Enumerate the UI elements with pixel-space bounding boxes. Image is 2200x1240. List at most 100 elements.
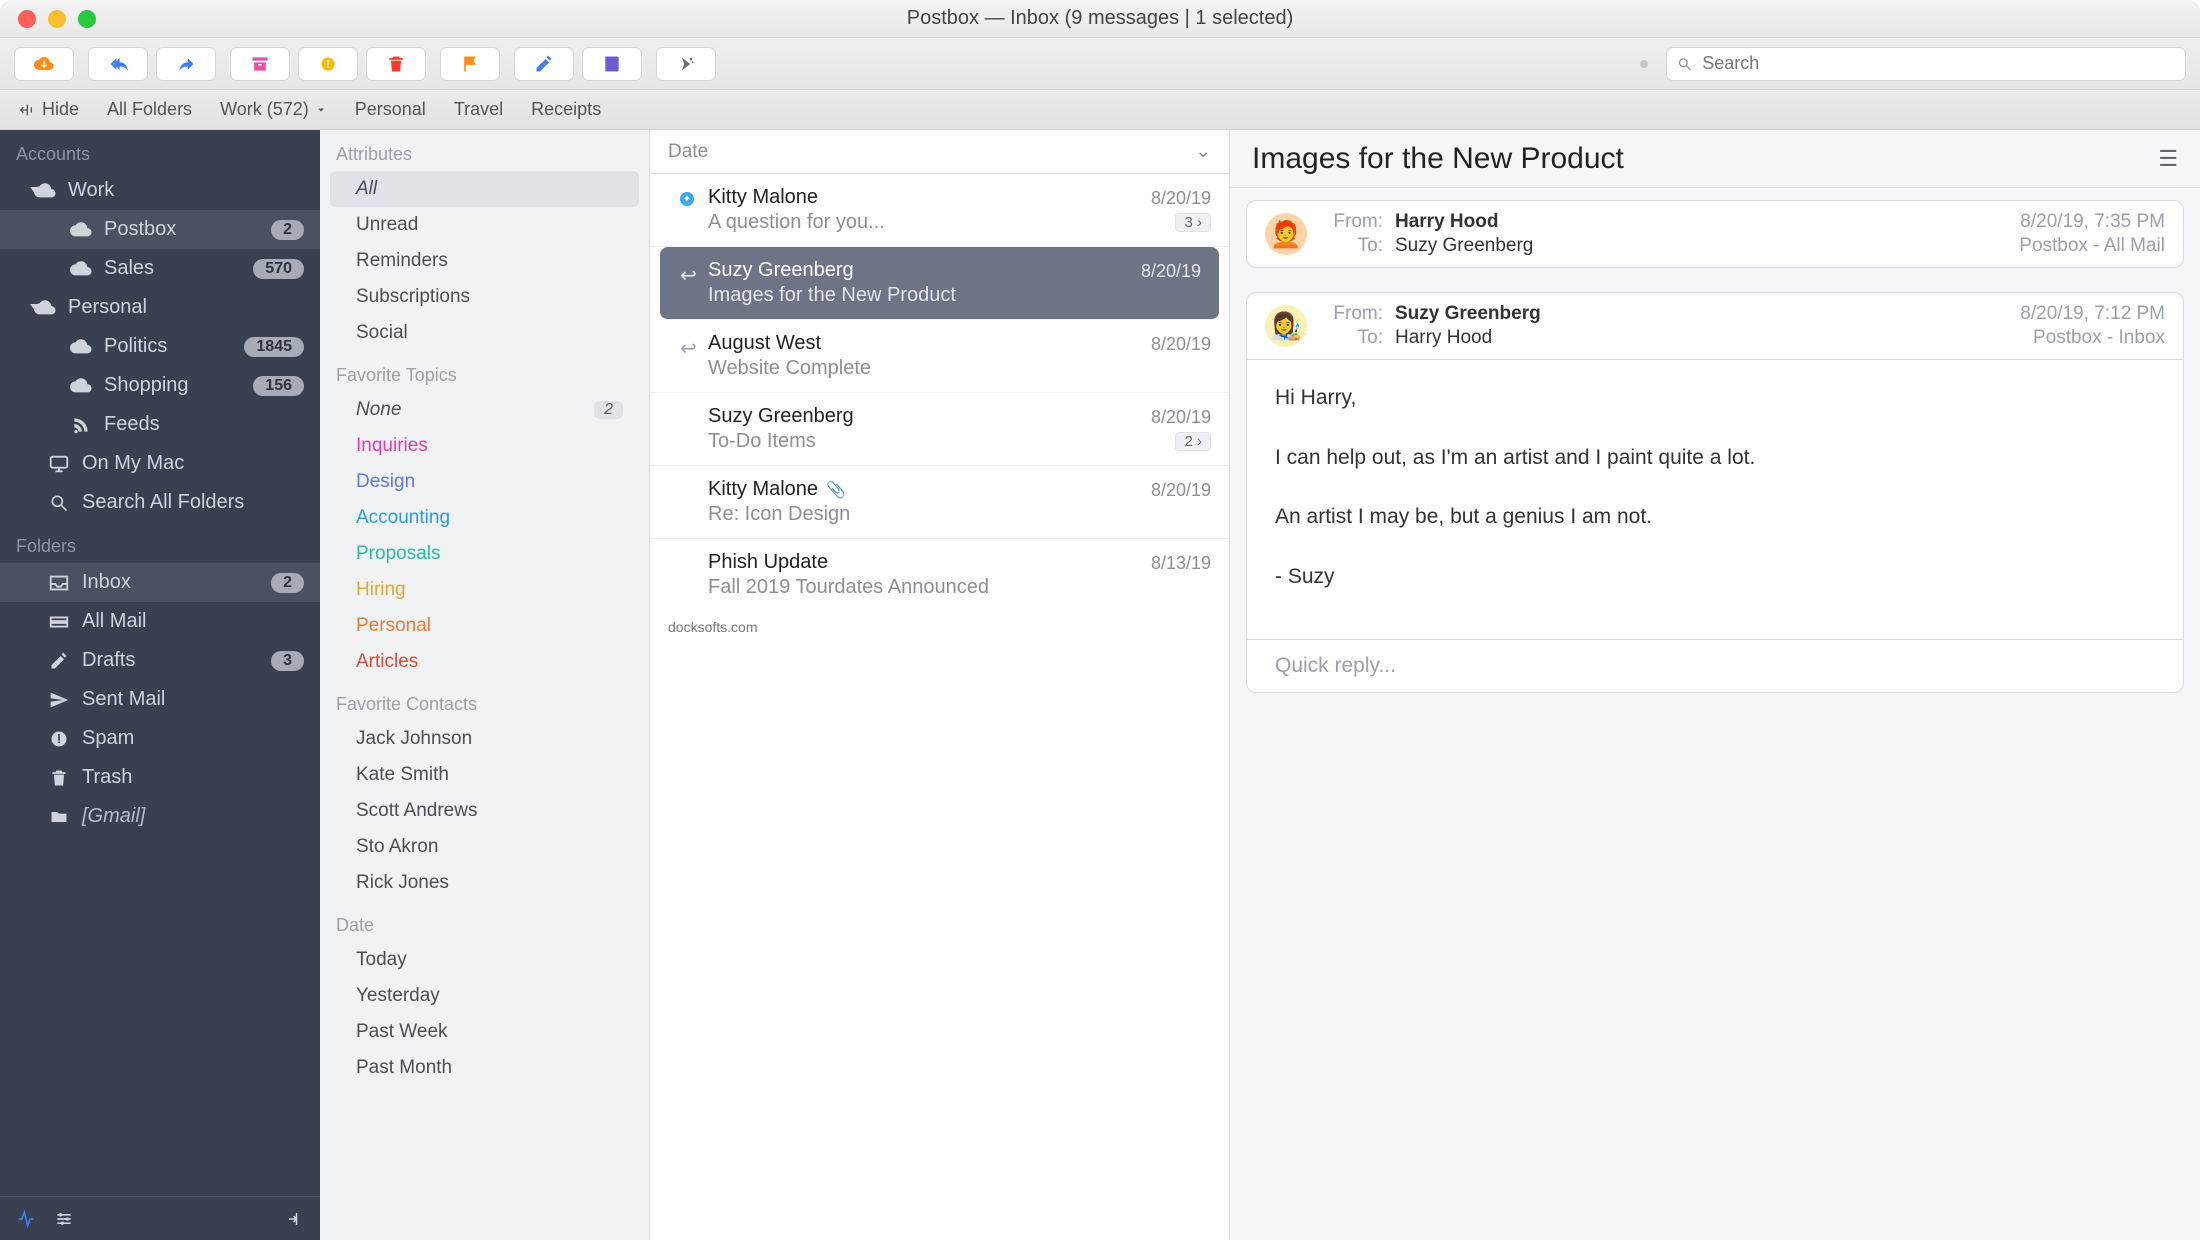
contact-item[interactable]: Sto Akron <box>330 829 639 865</box>
search-input[interactable] <box>1700 52 2175 75</box>
search-icon <box>48 493 70 513</box>
sidebar-search-all[interactable]: Search All Folders <box>0 483 320 522</box>
message-row[interactable]: Kitty Malone 📎 8/20/19 Re: Icon Design <box>650 466 1229 539</box>
date-filter-past-week[interactable]: Past Week <box>330 1014 639 1050</box>
favbar-item-work[interactable]: Work (572) <box>220 99 327 120</box>
favbar-item-all-folders[interactable]: All Folders <box>107 99 192 120</box>
favbar-item-travel[interactable]: Travel <box>454 99 503 120</box>
thread-count-pill: 2 › <box>1175 432 1211 451</box>
topic-articles[interactable]: Articles <box>330 644 639 680</box>
sidebar-on-my-mac[interactable]: On My Mac <box>0 444 320 483</box>
message-from: August West <box>708 332 821 355</box>
sidebar-accounts-title: Accounts <box>0 130 320 171</box>
sidebar-item-label: Postbox <box>104 218 176 241</box>
quick-actions-button[interactable] <box>656 47 716 81</box>
chevron-down-icon <box>30 304 42 312</box>
topic-proposals[interactable]: Proposals <box>330 536 639 572</box>
sidebar-folder-spam[interactable]: Spam <box>0 719 320 758</box>
quick-reply-field[interactable]: Quick reply... <box>1247 639 2183 692</box>
message-subject: Images for the New Product <box>708 284 956 307</box>
attr-item-subscriptions[interactable]: Subscriptions <box>330 279 639 315</box>
topic-personal[interactable]: Personal <box>330 608 639 644</box>
folder-icon <box>48 807 70 827</box>
delete-button[interactable] <box>366 47 426 81</box>
get-mail-button[interactable] <box>14 47 74 81</box>
sidebar-account-feeds[interactable]: Feeds <box>0 405 320 444</box>
sidebar-item-label: Politics <box>104 335 167 358</box>
sidebar-folder-trash[interactable]: Trash <box>0 758 320 797</box>
from-label: From: <box>1325 211 1395 233</box>
sidebar-folder-allmail[interactable]: All Mail <box>0 602 320 641</box>
sidebar-account-personal[interactable]: Personal <box>0 288 320 327</box>
thread-date: 8/20/19, 7:35 PM <box>2019 211 2165 233</box>
message-from: Suzy Greenberg <box>708 259 854 282</box>
sidebar-account-work[interactable]: Work <box>0 171 320 210</box>
sidebar-account-shopping[interactable]: Shopping 156 <box>0 366 320 405</box>
collapse-sidebar-icon[interactable] <box>286 1210 304 1228</box>
message-row[interactable]: ↩ August West 8/20/19 Website Complete <box>650 320 1229 393</box>
sidebar-folder-sent[interactable]: Sent Mail <box>0 680 320 719</box>
thread-header[interactable]: 👩‍🎨 From: Suzy Greenberg 8/20/19, 7:12 P… <box>1247 293 2183 360</box>
collapse-icon <box>18 102 34 118</box>
topic-inquiries[interactable]: Inquiries <box>330 428 639 464</box>
avatar: 🧑‍🦰 <box>1265 213 1307 255</box>
body-line: - Suzy <box>1275 559 2155 595</box>
forward-button[interactable] <box>156 47 216 81</box>
search-field[interactable] <box>1666 47 2186 81</box>
sidebar-item-label: Sales <box>104 257 154 280</box>
attr-item-reminders[interactable]: Reminders <box>330 243 639 279</box>
message-row[interactable]: ✦ Kitty Malone 8/20/19 A question for yo… <box>650 174 1229 247</box>
hide-sidebar-button[interactable]: Hide <box>18 99 79 120</box>
message-from: Suzy Greenberg <box>708 405 854 428</box>
sidebar-folder-inbox[interactable]: Inbox 2 <box>0 563 320 602</box>
favbar-item-receipts[interactable]: Receipts <box>531 99 601 120</box>
message-row[interactable]: Suzy Greenberg 8/20/19 To-Do Items 2 › <box>650 393 1229 466</box>
topic-hiring[interactable]: Hiring <box>330 572 639 608</box>
archive-button[interactable] <box>230 47 290 81</box>
count-badge: 570 <box>253 259 304 279</box>
message-body: Hi Harry, I can help out, as I'm an arti… <box>1247 360 2183 639</box>
spam-icon <box>48 729 70 749</box>
date-filter-past-month[interactable]: Past Month <box>330 1050 639 1086</box>
message-row[interactable]: Phish Update 8/13/19 Fall 2019 Tourdates… <box>650 539 1229 611</box>
sidebar-item-label: [Gmail] <box>82 805 145 828</box>
topic-none[interactable]: None2 <box>330 392 639 428</box>
attr-item-unread[interactable]: Unread <box>330 207 639 243</box>
topic-design[interactable]: Design <box>330 464 639 500</box>
sidebar-folder-drafts[interactable]: Drafts 3 <box>0 641 320 680</box>
attr-item-all[interactable]: All <box>330 171 639 207</box>
message-subject: Website Complete <box>708 357 871 380</box>
date-filter-today[interactable]: Today <box>330 942 639 978</box>
attr-item-social[interactable]: Social <box>330 315 639 351</box>
window-title: Postbox — Inbox (9 messages | 1 selected… <box>0 7 2200 30</box>
message-date: 8/13/19 <box>1151 553 1211 574</box>
app-window: Postbox — Inbox (9 messages | 1 selected… <box>0 0 2200 1240</box>
flag-button[interactable] <box>440 47 500 81</box>
thread-card[interactable]: 🧑‍🦰 From: Harry Hood 8/20/19, 7:35 PM To… <box>1246 200 2184 268</box>
contacts-button[interactable] <box>582 47 642 81</box>
reader-menu-icon[interactable]: ☰ <box>2158 146 2178 172</box>
contact-item[interactable]: Jack Johnson <box>330 721 639 757</box>
contact-item[interactable]: Rick Jones <box>330 865 639 901</box>
compose-button[interactable] <box>514 47 574 81</box>
contact-item[interactable]: Scott Andrews <box>330 793 639 829</box>
sidebar-account-sales[interactable]: Sales 570 <box>0 249 320 288</box>
favbar-item-personal[interactable]: Personal <box>355 99 426 120</box>
thread-header[interactable]: 🧑‍🦰 From: Harry Hood 8/20/19, 7:35 PM To… <box>1247 201 2183 267</box>
date-filter-yesterday[interactable]: Yesterday <box>330 978 639 1014</box>
sidebar-folder-gmail[interactable]: [Gmail] <box>0 797 320 836</box>
activity-icon[interactable] <box>16 1209 36 1229</box>
sidebar-account-politics[interactable]: Politics 1845 <box>0 327 320 366</box>
settings-sliders-icon[interactable] <box>54 1209 74 1229</box>
sidebar-item-label: Inbox <box>82 571 131 594</box>
from-label: From: <box>1325 303 1395 325</box>
message-row[interactable]: ↩ Suzy Greenberg 8/20/19 Images for the … <box>660 247 1219 320</box>
reply-all-button[interactable] <box>88 47 148 81</box>
contact-item[interactable]: Kate Smith <box>330 757 639 793</box>
topics-title: Favorite Topics <box>320 351 649 392</box>
message-list-sort[interactable]: Date ⌄ <box>650 130 1229 174</box>
message-list-pane: Date ⌄ ✦ Kitty Malone 8/20/19 A question… <box>650 130 1230 1240</box>
sidebar-account-postbox[interactable]: Postbox 2 <box>0 210 320 249</box>
topic-accounting[interactable]: Accounting <box>330 500 639 536</box>
junk-button[interactable] <box>298 47 358 81</box>
